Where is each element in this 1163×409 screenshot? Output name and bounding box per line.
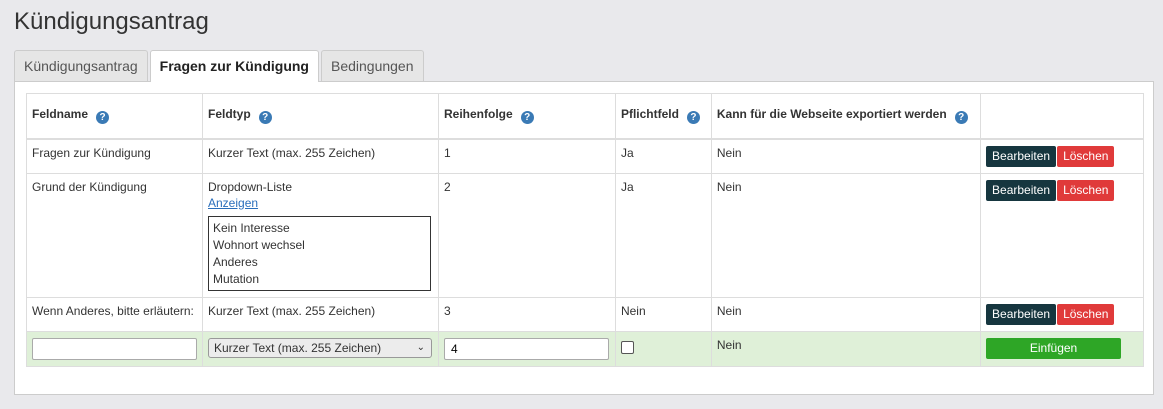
help-icon[interactable]: ? (96, 111, 110, 125)
header-label: Kann für die Webseite exportiert werden (716, 107, 947, 122)
questions-table: Feldname? Feldtyp? Reihenfolge? Pflichtf… (26, 93, 1144, 367)
chevron-down-icon: ⌄ (416, 341, 425, 353)
cell-fieldname: Fragen zur Kündigung (26, 138, 203, 174)
help-icon[interactable]: ? (258, 111, 272, 125)
cell-fieldname: Wenn Anderes, bitte erläutern: (26, 296, 203, 332)
show-options-link[interactable]: Anzeigen (208, 196, 433, 210)
help-icon[interactable]: ? (954, 111, 968, 125)
table-header-row: Feldname? Feldtyp? Reihenfolge? Pflichtf… (26, 93, 1144, 140)
tab-fragen-zur-kuendigung[interactable]: Fragen zur Kündigung (149, 50, 319, 82)
cell-required: Ja (614, 172, 712, 298)
cell-actions: Bearbeiten Löschen (980, 296, 1144, 332)
list-item[interactable]: Mutation (213, 271, 426, 288)
header-order: Reihenfolge? (437, 93, 616, 140)
header-fieldname: Feldname? (26, 93, 203, 140)
delete-button[interactable]: Löschen (1057, 303, 1115, 325)
cell-order: 3 (437, 296, 616, 332)
edit-button[interactable]: Bearbeiten (986, 303, 1057, 325)
fieldtype-select[interactable]: Kurzer Text (max. 255 Zeichen) ⌄ (208, 337, 432, 358)
help-icon[interactable]: ? (520, 111, 534, 125)
table-row: Fragen zur Kündigung Kurzer Text (max. 2… (26, 138, 1144, 174)
order-input[interactable] (443, 337, 609, 360)
header-exportable: Kann für die Webseite exportiert werden? (710, 93, 982, 140)
cell-fieldtype: Kurzer Text (max. 255 Zeichen) (202, 296, 439, 332)
header-fieldtype: Feldtyp? (202, 93, 439, 140)
cell-fieldname (26, 330, 203, 367)
delete-button[interactable]: Löschen (1057, 145, 1115, 167)
cell-order: 2 (437, 172, 616, 298)
header-required: Pflichtfeld? (614, 93, 712, 140)
new-entry-row: Kurzer Text (max. 255 Zeichen) ⌄ Nein Ei… (26, 330, 1144, 367)
cell-exportable: Nein (710, 330, 982, 367)
cell-order: 1 (437, 138, 616, 174)
tab-bar: Kündigungsantrag Fragen zur Kündigung Be… (14, 50, 426, 82)
options-listbox[interactable]: Kein Interesse Wohnort wechsel Anderes M… (208, 215, 431, 291)
fieldtype-selected: Kurzer Text (max. 255 Zeichen) (214, 340, 382, 355)
header-actions (980, 93, 1144, 140)
cell-fieldtype: Dropdown-Liste Anzeigen Kein Interesse W… (202, 172, 439, 298)
cell-actions: Einfügen (980, 330, 1144, 367)
tab-panel: Feldname? Feldtyp? Reihenfolge? Pflichtf… (14, 81, 1154, 395)
cell-required: Nein (614, 296, 712, 332)
cell-exportable: Nein (710, 296, 982, 332)
list-item[interactable]: Wohnort wechsel (213, 237, 426, 254)
cell-order (437, 330, 616, 367)
cell-fieldtype: Kurzer Text (max. 255 Zeichen) ⌄ (202, 330, 439, 367)
edit-button[interactable]: Bearbeiten (986, 145, 1057, 167)
required-checkbox[interactable] (620, 340, 634, 354)
fieldtype-label: Dropdown-Liste (208, 179, 293, 194)
insert-button[interactable]: Einfügen (986, 337, 1122, 359)
tab-kuendigungsantrag[interactable]: Kündigungsantrag (14, 50, 148, 81)
tab-bedingungen[interactable]: Bedingungen (320, 50, 424, 81)
table-row: Wenn Anderes, bitte erläutern: Kurzer Te… (26, 296, 1144, 332)
cell-fieldtype: Kurzer Text (max. 255 Zeichen) (202, 138, 439, 174)
cell-required: Ja (614, 138, 712, 174)
cell-exportable: Nein (710, 172, 982, 298)
header-label: Pflichtfeld (620, 107, 679, 122)
cell-actions: Bearbeiten Löschen (980, 172, 1144, 298)
cell-fieldname: Grund der Kündigung (26, 172, 203, 298)
cell-required (614, 330, 712, 367)
header-label: Feldtyp (208, 107, 251, 122)
header-label: Reihenfolge (443, 107, 513, 122)
cell-actions: Bearbeiten Löschen (980, 138, 1144, 174)
cell-exportable: Nein (710, 138, 982, 174)
fieldname-input[interactable] (32, 337, 197, 360)
edit-button[interactable]: Bearbeiten (986, 179, 1057, 201)
list-item[interactable]: Kein Interesse (213, 220, 426, 237)
header-label: Feldname (32, 107, 89, 122)
page-title: Kündigungsantrag (14, 8, 209, 35)
delete-button[interactable]: Löschen (1057, 179, 1115, 201)
list-item[interactable]: Anderes (213, 254, 426, 271)
table-row: Grund der Kündigung Dropdown-Liste Anzei… (26, 172, 1144, 298)
help-icon[interactable]: ? (686, 111, 700, 125)
